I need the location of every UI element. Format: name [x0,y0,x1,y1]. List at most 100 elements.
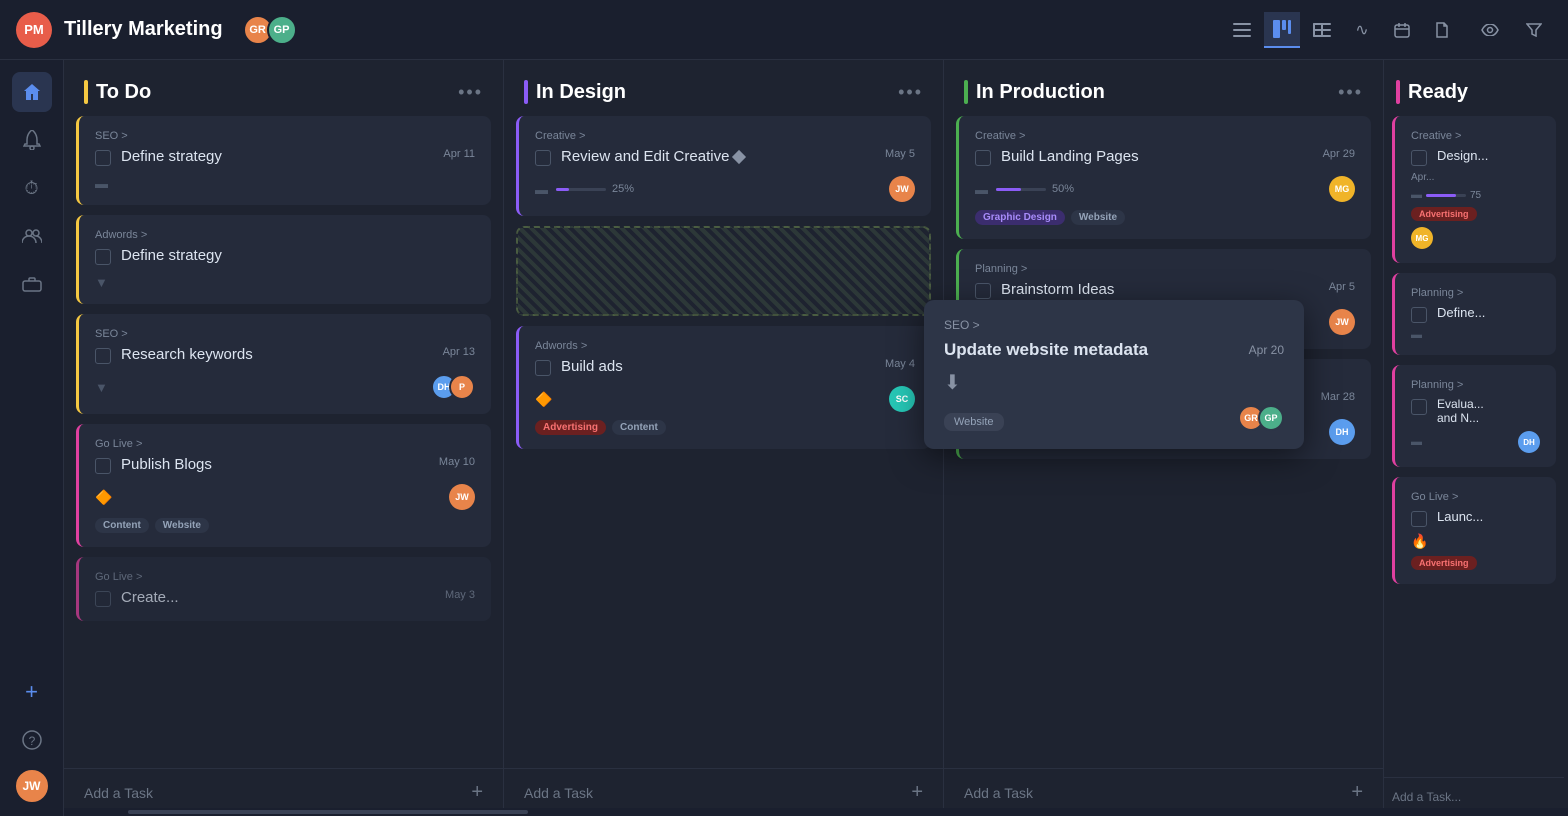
nav-board-icon[interactable] [1264,12,1300,48]
task-card[interactable]: Creative > Build Landing Pages Apr 29 ▬ … [956,116,1371,239]
task-meta: Go Live > [95,438,475,450]
drop-zone [516,226,931,316]
task-date: Apr 29 [1323,148,1355,160]
top-header: PM Tillery Marketing GR GP [0,0,1568,60]
task-checkbox[interactable] [95,150,111,166]
task-popup[interactable]: SEO > Update website metadata Apr 20 ⬇ W… [924,300,943,449]
dash: ▬ [1411,189,1422,201]
task-checkbox[interactable] [535,360,551,376]
task-checkbox[interactable] [535,150,551,166]
column-todo: To Do ••• SEO > Define strategy Apr 11 ▬ [64,60,504,816]
task-meta: Go Live > [95,571,475,583]
sidebar-notifications-icon[interactable] [12,120,52,160]
progress-text: 75 [1470,190,1481,201]
task-title: Research keywords [121,346,433,363]
nav-calendar-icon[interactable] [1384,12,1420,48]
nav-table-icon[interactable] [1304,12,1340,48]
task-chevron: ▼ [95,275,108,290]
avatar: SC [889,386,915,412]
tag: Graphic Design [975,210,1065,225]
task-checkbox[interactable] [95,348,111,364]
pm-logo[interactable]: PM [16,12,52,48]
task-card[interactable]: Planning > Define... ▬ [1392,273,1556,355]
task-date: Apr 5 [1329,281,1355,293]
task-title: Build ads [561,358,875,375]
avatar: JW [1329,309,1355,335]
task-title: Brainstorm Ideas [1001,281,1319,298]
task-meta: Go Live > [1411,491,1540,503]
task-title: Define strategy [121,148,433,165]
add-task-label: Add a Task [964,785,1033,801]
tag: Advertising [1411,207,1477,221]
add-icon: + [471,781,483,804]
task-card[interactable]: Creative > Design... Apr... ▬ 75 Adverti… [1392,116,1556,263]
nav-list-icon[interactable] [1224,12,1260,48]
project-avatars: GR GP [243,15,297,45]
avatar: DH [1329,419,1355,445]
user-avatar[interactable]: JW [14,768,50,804]
sidebar-time-icon[interactable]: ⏱ [12,168,52,208]
task-card[interactable]: SEO > Research keywords Apr 13 ▼ DH P [76,314,491,414]
progress-bar-container: 25% [556,183,634,195]
task-checkbox[interactable] [975,150,991,166]
task-date: Mar 28 [1321,391,1355,403]
dash: ▬ [1411,329,1540,341]
task-card[interactable]: Planning > Evalua...and N... ▬ DH [1392,365,1556,467]
task-avatars: DH P [431,374,475,400]
task-checkbox[interactable] [95,249,111,265]
header-right [1472,12,1552,48]
sidebar: ⏱ + ? JW [0,60,64,816]
progress-bar-container: 50% [996,183,1074,195]
task-chevron: ▬ [95,176,108,191]
nav-pulse-icon[interactable]: ∿ [1344,12,1380,48]
tag: Content [95,518,149,533]
avatar: JW [889,176,915,202]
add-task-label: Add a Task [84,785,153,801]
column-in-design: In Design ••• Creative > Review and Edit… [504,60,944,816]
task-meta: Creative > [1411,130,1540,142]
task-card[interactable]: SEO > Define strategy Apr 11 ▬ [76,116,491,205]
task-title: Review and Edit Creative [561,148,875,165]
task-card[interactable]: Adwords > Build ads May 4 🔶 SC Advertisi… [516,326,931,449]
eye-icon[interactable] [1472,12,1508,48]
progress-dash: ▬ [975,182,988,197]
avatar-gp[interactable]: GP [267,15,297,45]
task-date: May 3 [445,589,475,601]
task-checkbox[interactable] [1411,307,1427,323]
task-card[interactable]: Go Live > Launc... 🔥 Advertising [1392,477,1556,584]
priority-icon: 🔶 [95,489,112,506]
sidebar-add-icon[interactable]: + [12,672,52,712]
sidebar-people-icon[interactable] [12,216,52,256]
main-layout: ⏱ + ? JW [0,60,1568,816]
task-card[interactable]: Adwords > Define strategy ▼ [76,215,491,304]
task-card[interactable]: Go Live > Create... May 3 [76,557,491,621]
task-checkbox[interactable] [1411,399,1427,415]
task-checkbox[interactable] [95,591,111,607]
column-in-production-menu[interactable]: ••• [1338,82,1363,103]
task-checkbox[interactable] [95,458,111,474]
task-meta: Planning > [1411,287,1540,299]
sidebar-help-icon[interactable]: ? [12,720,52,760]
task-date: May 5 [885,148,915,160]
column-ready: Ready Creative > Design... Apr... ▬ 75 [1384,60,1564,816]
task-meta: Planning > [975,263,1355,275]
progress-text: 25% [612,183,634,195]
sidebar-home-icon[interactable] [12,72,52,112]
task-checkbox[interactable] [975,283,991,299]
column-in-design-accent [524,80,528,104]
task-card[interactable]: Creative > Review and Edit Creative May … [516,116,931,216]
header-nav: ∿ [1224,12,1460,48]
task-title: Design... [1437,148,1540,163]
add-icon: + [911,781,923,804]
filter-icon[interactable] [1516,12,1552,48]
avatar: MG [1329,176,1355,202]
sidebar-portfolio-icon[interactable] [12,264,52,304]
column-in-design-menu[interactable]: ••• [898,82,923,103]
task-card[interactable]: Go Live > Publish Blogs May 10 🔶 JW Cont… [76,424,491,547]
progress-dash: ▬ [535,182,548,197]
task-checkbox[interactable] [1411,511,1427,527]
task-checkbox[interactable] [1411,150,1427,166]
column-todo-menu[interactable]: ••• [458,82,483,103]
nav-doc-icon[interactable] [1424,12,1460,48]
avatar: JW [449,484,475,510]
